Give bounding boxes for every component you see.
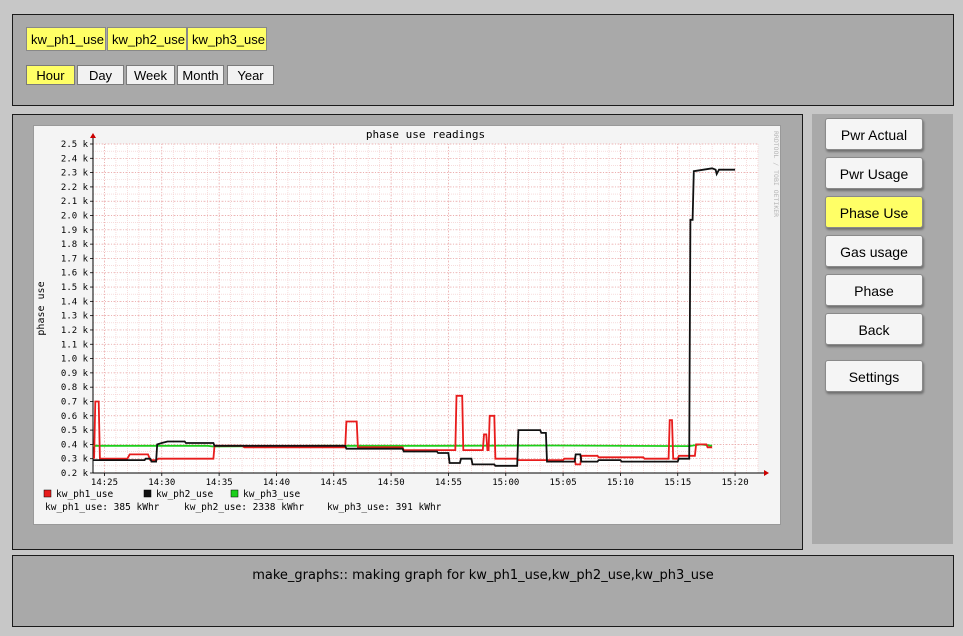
y-tick-label: 2.3 k	[61, 169, 89, 179]
pwr-usage-button[interactable]: Pwr Usage	[825, 157, 923, 189]
summary-kw_ph1_use: kw_ph1_use: 385 kWhr	[45, 502, 160, 513]
variable-tab-ph1[interactable]: kw_ph1_use	[26, 27, 106, 51]
y-axis-label: phase use	[36, 281, 47, 335]
x-tick-label: 14:45	[320, 478, 347, 488]
y-tick-label: 0.4 k	[61, 440, 89, 450]
chart-frame: 0.2 k 0.3 k 0.4 k 0.5 k 0.6 k 0.7 k 0.8 k 0.9 k…	[33, 125, 781, 525]
legend-label-kw_ph3_use: kw_ph3_use	[243, 489, 300, 500]
phase-use-button[interactable]: Phase Use	[825, 196, 923, 228]
settings-button[interactable]: Settings	[825, 360, 923, 392]
y-tick-label: 2.0 k	[61, 212, 89, 222]
period-year-button[interactable]: Year	[227, 65, 274, 85]
summary-kw_ph2_use: kw_ph2_use: 2338 kWhr	[184, 502, 304, 513]
x-tick-label: 14:35	[206, 478, 233, 488]
period-day-button[interactable]: Day	[77, 65, 124, 85]
y-tick-label: 2.4 k	[61, 154, 89, 164]
selector-panel: kw_ph1_use kw_ph2_use kw_ph3_use Hour Da…	[12, 14, 954, 106]
y-axis-arrow	[90, 133, 96, 138]
x-tick-label: 15:20	[722, 478, 749, 488]
period-month-button[interactable]: Month	[177, 65, 224, 85]
y-tick-label: 1.0 k	[61, 355, 89, 365]
legend-swatch-kw_ph3_use	[230, 489, 239, 498]
chart-title: phase use readings	[366, 128, 485, 141]
x-tick-label: 14:55	[435, 478, 462, 488]
y-tick-label: 1.7 k	[61, 254, 89, 264]
gas-usage-button[interactable]: Gas usage	[825, 235, 923, 267]
navigation-sidebar: Pwr Actual Pwr Usage Phase Use Gas usage…	[812, 114, 953, 544]
legend-label-kw_ph2_use: kw_ph2_use	[156, 489, 213, 500]
y-tick-label: 1.6 k	[61, 269, 89, 279]
y-tick-label: 1.1 k	[61, 340, 89, 350]
y-tick-label: 1.9 k	[61, 226, 89, 236]
y-tick-label: 0.7 k	[61, 397, 89, 407]
x-tick-label: 15:15	[664, 478, 691, 488]
y-tick-label: 1.3 k	[61, 312, 89, 322]
x-tick-label: 15:10	[607, 478, 634, 488]
y-tick-label: 0.5 k	[61, 426, 89, 436]
x-tick-label: 15:05	[550, 478, 577, 488]
y-tick-label: 2.2 k	[61, 183, 89, 193]
y-tick-label: 0.9 k	[61, 369, 89, 379]
y-tick-label: 1.5 k	[61, 283, 89, 293]
y-tick-label: 2.1 k	[61, 197, 89, 207]
y-tick-label: 0.8 k	[61, 383, 89, 393]
phase-use-chart: 0.2 k 0.3 k 0.4 k 0.5 k 0.6 k 0.7 k 0.8 k 0.9 k…	[36, 128, 780, 513]
x-tick-label: 14:25	[91, 478, 118, 488]
legend-swatch-kw_ph1_use	[43, 489, 52, 498]
variable-tab-ph2[interactable]: kw_ph2_use	[107, 27, 187, 51]
x-tick-label: 14:30	[148, 478, 175, 488]
variable-tab-ph3[interactable]: kw_ph3_use	[187, 27, 267, 51]
legend-swatch-kw_ph2_use	[143, 489, 152, 498]
status-message: make_graphs:: making graph for kw_ph1_us…	[252, 568, 714, 583]
x-tick-label: 15:00	[492, 478, 519, 488]
x-tick-label: 14:50	[378, 478, 405, 488]
y-tick-label: 2.5 k	[61, 140, 89, 150]
back-button[interactable]: Back	[825, 313, 923, 345]
phase-button[interactable]: Phase	[825, 274, 923, 306]
y-tick-label: 1.8 k	[61, 240, 89, 250]
graph-panel: 0.2 k 0.3 k 0.4 k 0.5 k 0.6 k 0.7 k 0.8 k 0.9 k…	[12, 114, 803, 550]
pwr-actual-button[interactable]: Pwr Actual	[825, 118, 923, 150]
x-axis-arrow	[764, 470, 769, 476]
y-tick-label: 0.6 k	[61, 412, 89, 422]
y-tick-label: 1.2 k	[61, 326, 89, 336]
summary-kw_ph3_use: kw_ph3_use: 391 kWhr	[327, 502, 442, 513]
status-panel: make_graphs:: making graph for kw_ph1_us…	[12, 555, 954, 627]
legend-label-kw_ph1_use: kw_ph1_use	[56, 489, 113, 500]
y-tick-label: 1.4 k	[61, 297, 89, 307]
period-week-button[interactable]: Week	[126, 65, 175, 85]
period-hour-button[interactable]: Hour	[26, 65, 75, 85]
y-tick-label: 0.3 k	[61, 455, 89, 465]
y-tick-label: 0.2 k	[61, 469, 89, 479]
x-tick-label: 14:40	[263, 478, 290, 488]
watermark: RRDTOOL / TOBI OETIKER	[772, 131, 780, 217]
